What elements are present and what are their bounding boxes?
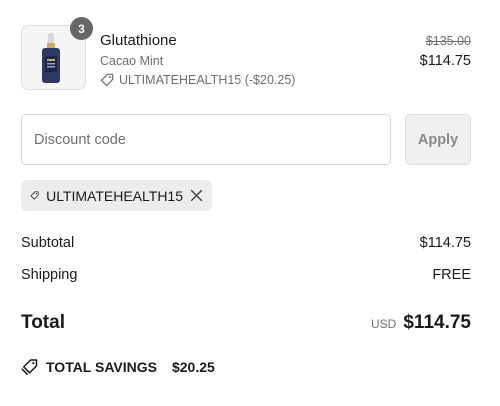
remove-discount-button[interactable] <box>190 189 203 202</box>
applied-discount-chip: ULTIMATEHEALTH15 <box>21 180 212 211</box>
product-price: $114.75 <box>419 53 471 69</box>
total-savings-label: TOTAL SAVINGS <box>46 359 157 375</box>
product-info: Glutathione Cacao Mint ULTIMATEHEALTH15 … <box>100 32 295 88</box>
total-savings-value: $20.25 <box>171 359 215 375</box>
subtotal-row: Subtotal $114.75 <box>21 235 471 251</box>
apply-button[interactable]: Apply <box>405 114 471 165</box>
total-currency: USD <box>371 317 397 331</box>
product-variant: Cacao Mint <box>100 54 164 68</box>
shipping-value: FREE <box>432 267 471 283</box>
total-savings-row: TOTAL SAVINGS $20.25 <box>21 358 215 376</box>
product-name: Glutathione <box>100 32 177 49</box>
shipping-row: Shipping FREE <box>21 267 471 283</box>
tag-icon <box>30 191 39 200</box>
line-item: 3 Glutathione Cacao Mint ULTIMATEHEALTH1… <box>21 17 471 91</box>
applied-discount-code: ULTIMATEHEALTH15 <box>46 187 183 204</box>
compare-at-price: $135.00 <box>425 34 471 48</box>
close-icon <box>190 189 203 202</box>
total-amount-group: USD $114.75 <box>371 312 471 334</box>
product-discount-label: ULTIMATEHEALTH15 (-$20.25) <box>119 73 296 87</box>
total-row: Total USD $114.75 <box>21 312 471 334</box>
product-thumbnail-wrap: 3 <box>21 17 93 90</box>
total-amount: $114.75 <box>403 312 471 333</box>
discount-form: Apply <box>21 114 471 166</box>
product-discount: ULTIMATEHEALTH15 (-$20.25) <box>100 72 295 88</box>
tag-icon <box>100 73 114 87</box>
subtotal-label: Subtotal <box>21 235 75 251</box>
product-prices: $135.00 $114.75 <box>420 33 471 70</box>
quantity-badge: 3 <box>70 17 93 40</box>
shipping-label: Shipping <box>21 267 78 283</box>
discount-code-input[interactable] <box>21 114 391 165</box>
tags-icon <box>21 359 38 375</box>
total-label: Total <box>21 312 65 333</box>
subtotal-value: $114.75 <box>419 235 471 251</box>
